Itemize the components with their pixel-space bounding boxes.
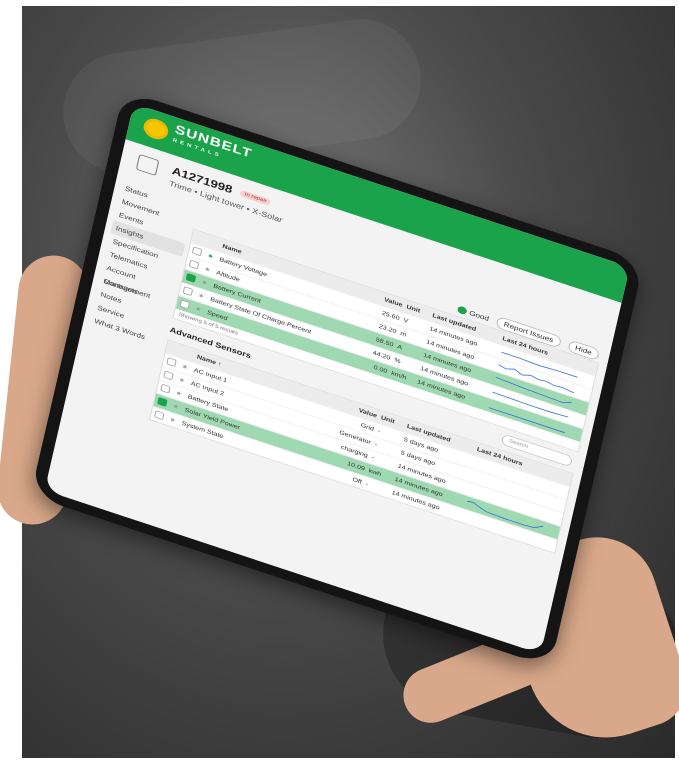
brand-name: SUNBELT RENTALS <box>171 123 253 171</box>
row-checkbox[interactable] <box>165 356 177 367</box>
star-icon[interactable]: ★ <box>171 388 186 399</box>
row-checkbox[interactable] <box>188 259 199 270</box>
row-checkbox[interactable] <box>182 285 193 296</box>
sensor-unit: - <box>365 480 369 488</box>
star-icon[interactable]: ★ <box>197 277 212 288</box>
row-checkbox[interactable] <box>159 383 171 394</box>
star-header-cell <box>181 351 195 356</box>
select-all-cell <box>193 236 207 241</box>
star-icon[interactable]: ★ <box>174 375 189 386</box>
light-tower-icon <box>135 153 160 177</box>
star-icon[interactable]: ★ <box>168 401 183 412</box>
star-icon[interactable]: ★ <box>200 264 215 275</box>
row-checkbox[interactable] <box>162 369 174 380</box>
star-icon[interactable]: ★ <box>177 362 192 373</box>
row-checkbox[interactable] <box>179 298 190 309</box>
row-checkbox[interactable] <box>156 396 168 407</box>
star-icon[interactable]: ★ <box>191 304 206 315</box>
check-circle-icon <box>456 305 468 316</box>
star-icon[interactable]: ★ <box>194 291 209 302</box>
star-header-cell <box>207 241 221 246</box>
row-checkbox[interactable] <box>191 245 202 256</box>
row-checkbox[interactable] <box>153 409 165 420</box>
star-icon[interactable]: ★ <box>165 415 180 426</box>
sun-logo-icon <box>141 115 171 143</box>
sidebar-nav: Status Movement Events Insights Specific… <box>89 180 195 350</box>
select-all-cell <box>167 347 181 352</box>
row-checkbox[interactable] <box>185 272 196 283</box>
star-icon[interactable]: ★ <box>203 251 218 262</box>
